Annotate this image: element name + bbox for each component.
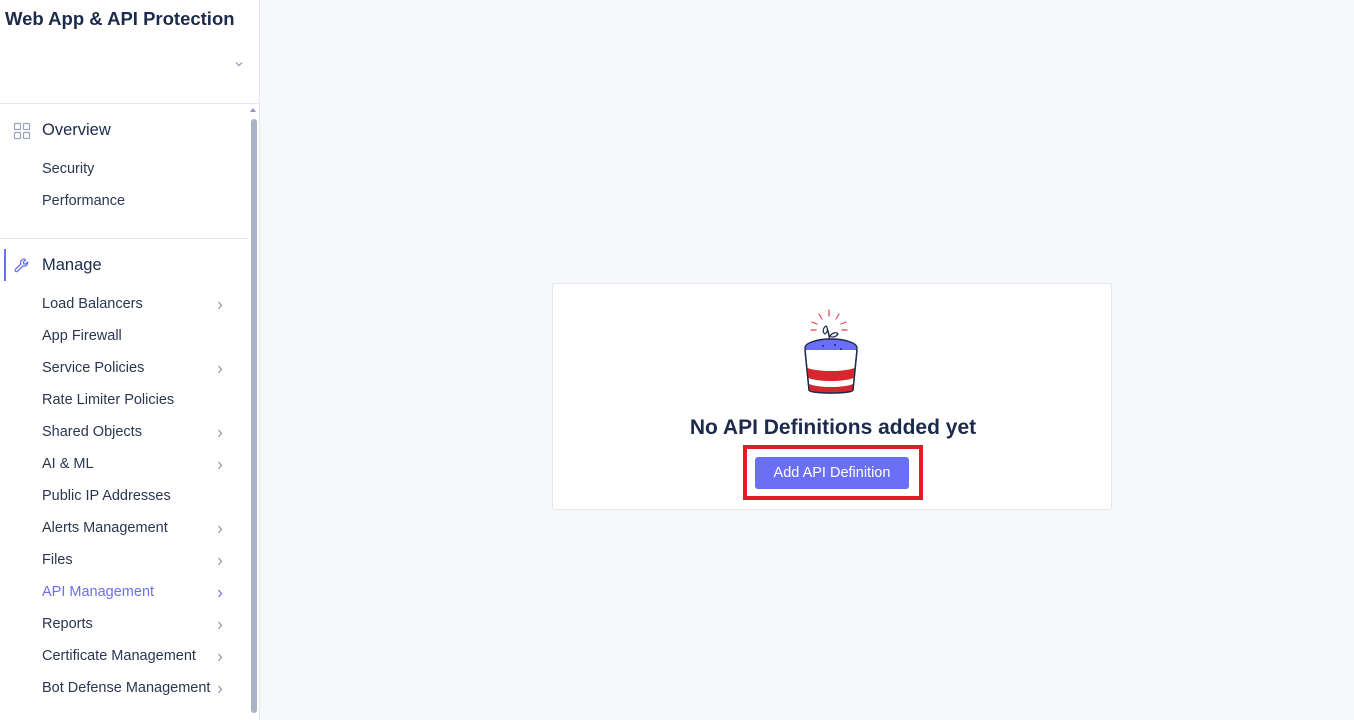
sidebar-section-manage[interactable]: Manage	[0, 249, 248, 281]
chevron-right-icon	[218, 621, 223, 630]
sidebar-item-label: AI & ML	[42, 456, 94, 472]
wrench-icon	[14, 258, 29, 273]
sidebar-item-alerts-management[interactable]: Alerts Management	[0, 513, 248, 545]
sidebar-item-label: Reports	[42, 616, 93, 632]
sidebar-item-label: Alerts Management	[42, 520, 168, 536]
chevron-right-icon	[218, 557, 223, 566]
sidebar-item-label: App Firewall	[42, 328, 122, 344]
app-root: Web App & API Protection Overview Securi…	[0, 0, 1354, 720]
chevron-right-icon	[218, 461, 223, 470]
sidebar-section-overview[interactable]: Overview	[0, 114, 248, 146]
chevron-right-icon	[218, 685, 223, 694]
sidebar-item-label: API Management	[42, 584, 155, 600]
sidebar-item-label: Load Balancers	[42, 296, 143, 312]
workspace-dropdown[interactable]	[0, 48, 259, 86]
sidebar-item-label: Performance	[42, 193, 126, 209]
sidebar-item-label: Files	[42, 552, 73, 568]
empty-state-title: No API Definitions added yet	[689, 416, 977, 439]
chevron-right-icon	[218, 589, 223, 598]
sidebar-item-ai-ml[interactable]: AI & ML	[0, 449, 248, 481]
add-api-definition-button[interactable]: Add API Definition	[755, 457, 909, 489]
empty-state-card: No API Definitions added yet Add API Def…	[552, 283, 1112, 510]
sidebar-item-label: Service Policies	[42, 360, 145, 376]
sidebar-item-rate-limiter-policies[interactable]: Rate Limiter Policies	[0, 385, 248, 417]
sidebar-section-label: Manage	[42, 256, 102, 274]
sidebar-item-reports[interactable]: Reports	[0, 609, 248, 641]
sidebar-item-api-management[interactable]: API Management	[0, 577, 248, 609]
sidebar-item-bot-defense-management[interactable]: Bot Defense Management	[0, 673, 248, 705]
sidebar-item-public-ip-addresses[interactable]: Public IP Addresses	[0, 481, 248, 513]
potted-plant-icon	[804, 309, 858, 394]
sidebar-scrollbar-thumb[interactable]	[251, 119, 257, 713]
sidebar: Web App & API Protection Overview Securi…	[0, 0, 260, 720]
sidebar-item-files[interactable]: Files	[0, 545, 248, 577]
sidebar-item-label: Certificate Management	[42, 648, 196, 664]
sidebar-item-label: Shared Objects	[42, 424, 142, 440]
chevron-down-icon	[235, 62, 243, 67]
section-divider	[0, 238, 248, 239]
sidebar-section-label: Overview	[42, 121, 111, 139]
sidebar-item-performance[interactable]: Performance	[0, 186, 248, 218]
chevron-right-icon	[218, 525, 223, 534]
sidebar-item-service-policies[interactable]: Service Policies	[0, 353, 248, 385]
sidebar-item-label: Public IP Addresses	[42, 488, 171, 504]
sidebar-item-certificate-management[interactable]: Certificate Management	[0, 641, 248, 673]
sidebar-item-load-balancers[interactable]: Load Balancers	[0, 289, 248, 321]
sidebar-item-label: Rate Limiter Policies	[42, 392, 175, 408]
chevron-right-icon	[218, 429, 223, 438]
chevron-right-icon	[218, 653, 223, 662]
sidebar-item-app-firewall[interactable]: App Firewall	[0, 321, 248, 353]
chevron-right-icon	[218, 301, 223, 310]
sidebar-item-security[interactable]: Security	[0, 154, 248, 186]
scroll-up-arrow-icon[interactable]	[250, 108, 256, 112]
sidebar-item-shared-objects[interactable]: Shared Objects	[0, 417, 248, 449]
chevron-right-icon	[218, 365, 223, 374]
grid-icon	[13, 122, 31, 140]
sidebar-item-label: Bot Defense Management	[42, 680, 211, 696]
sidebar-nav: Overview Security Performance Manage Loa…	[0, 104, 248, 720]
app-title: Web App & API Protection	[5, 8, 235, 29]
sidebar-item-label: Security	[42, 161, 95, 177]
